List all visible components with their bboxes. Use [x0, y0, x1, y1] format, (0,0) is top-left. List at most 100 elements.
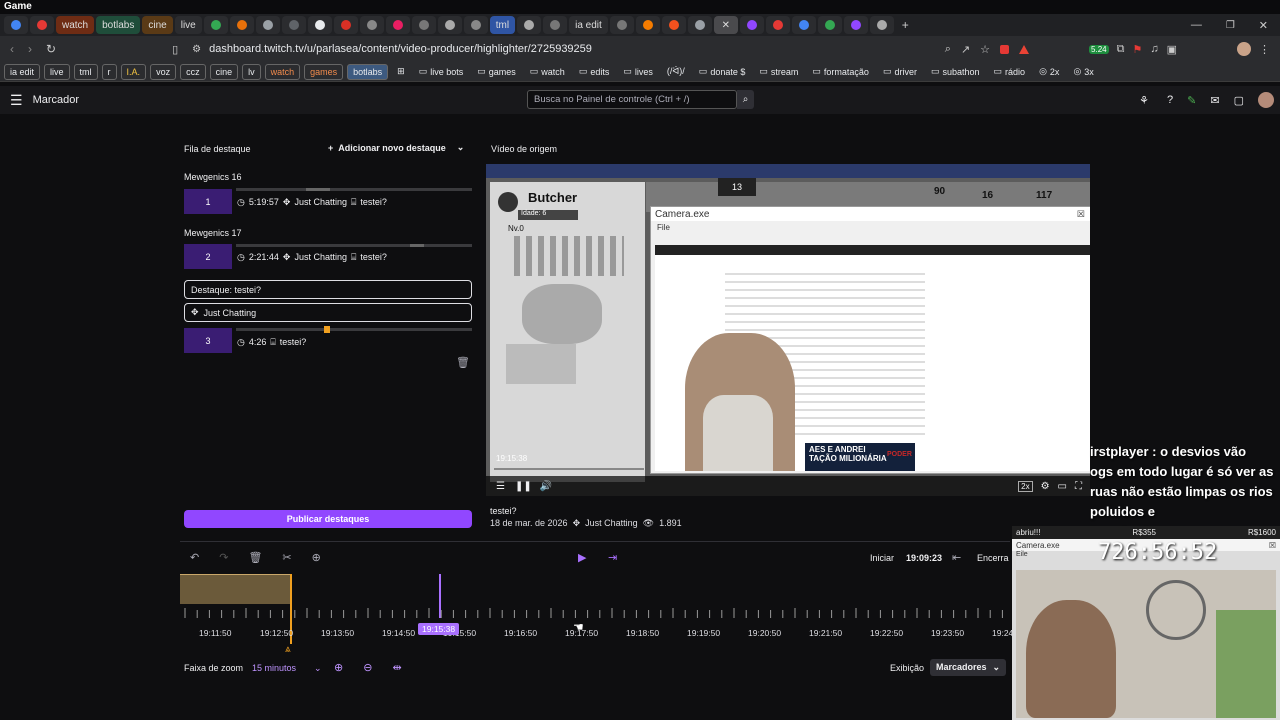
extension-icon[interactable] [1019, 44, 1030, 54]
share-icon[interactable]: ↗ [961, 43, 970, 56]
bookmark-pill[interactable]: tml [73, 63, 98, 80]
skip-to-end-icon[interactable]: ⇥ [608, 551, 617, 564]
pause-icon[interactable]: ❚❚ [515, 481, 532, 492]
tab-icon[interactable] [635, 16, 660, 34]
bookmark-pill[interactable]: lv [242, 63, 261, 80]
tab-ia-edit[interactable]: ia edit [569, 16, 608, 34]
bookmark-pill[interactable]: voz [150, 63, 177, 80]
bookmark-folder[interactable]: ▭ rádio [989, 64, 1031, 79]
tab-icon[interactable] [817, 16, 842, 34]
close-icon[interactable]: ☒ [1077, 209, 1085, 220]
tab-icon[interactable] [739, 16, 764, 34]
notifications-icon[interactable]: ⚘ [1139, 94, 1149, 107]
dashboard-search-input[interactable]: Busca no Painel de controle (Ctrl + /) [527, 90, 737, 109]
inbox-icon[interactable]: ✉ [1210, 94, 1219, 107]
menu-icon[interactable]: ⋮ [1259, 43, 1270, 56]
video-player[interactable]: Butcher Idade: 6 Nv.0 13 90 16 117 Camer… [486, 164, 1090, 496]
bookmark-folder[interactable]: ▭ donate $ [694, 64, 751, 79]
publish-highlights-button[interactable]: Publicar destaques [184, 510, 472, 528]
bookmark-folder[interactable]: (/ᐛ)/ [662, 64, 690, 79]
whispers-icon[interactable]: ▢ [1234, 94, 1244, 107]
zoom-out-icon[interactable]: ⊖ [363, 661, 372, 674]
extension-badge[interactable]: 5.24 [1089, 44, 1109, 54]
tab-icon[interactable] [385, 16, 410, 34]
theatre-icon[interactable]: ▭ [1058, 481, 1067, 492]
tab-watch[interactable]: watch [56, 16, 95, 34]
hamburger-menu-icon[interactable]: ☰ [10, 92, 23, 109]
close-window-icon[interactable]: ✕ [1259, 19, 1268, 32]
play-icon[interactable]: ▶ [578, 551, 586, 564]
tab-icon[interactable] [687, 16, 712, 34]
site-info-icon[interactable]: ⚙ [192, 44, 201, 55]
bookmark-folder[interactable]: ▭ watch [525, 64, 570, 79]
tab-icon[interactable] [437, 16, 462, 34]
reload-icon[interactable]: ↻ [46, 42, 56, 56]
bookmark-icon[interactable]: ▯ [172, 43, 178, 56]
tab-live[interactable]: live [174, 16, 202, 34]
queue-item-number[interactable]: 1 [184, 189, 232, 214]
bookmark-pill[interactable]: botlabs [347, 63, 389, 80]
bookmark-folder[interactable]: ▭ live bots [414, 64, 469, 79]
extensions-icon[interactable]: ⧉ [1117, 43, 1125, 56]
bookmark-folder[interactable]: ▭ formatação [807, 64, 874, 79]
bookmark-folder[interactable]: ▭ games [472, 64, 521, 79]
queue-item-number[interactable]: 3 [184, 328, 232, 353]
markers-dropdown[interactable]: Marcadores ⌄ [930, 659, 1007, 676]
volume-icon[interactable]: 🔊 [540, 481, 552, 492]
new-tab-icon[interactable]: + [902, 18, 909, 32]
tab-icon[interactable] [543, 16, 568, 34]
minimize-icon[interactable]: — [1191, 19, 1202, 31]
avatar-icon[interactable] [1237, 42, 1251, 56]
tab-icon[interactable] [843, 16, 868, 34]
url-field[interactable]: dashboard.twitch.tv/u/parlasea/content/v… [209, 43, 592, 55]
bookmark-pill[interactable]: ccz [180, 63, 206, 80]
bookmark-pill[interactable]: ia edit [4, 63, 41, 80]
fit-icon[interactable]: ⇹ [392, 661, 401, 674]
segment-handle-icon[interactable]: ⩓ [285, 644, 291, 655]
bookmark-pill[interactable]: live [44, 63, 70, 80]
scissors-icon[interactable]: ✂ [282, 551, 291, 564]
queue-item-meta[interactable]: ◷ 2:21:44 ✥ Just Chatting ⌸ testei? [237, 252, 387, 263]
tab-icon[interactable] [869, 16, 894, 34]
tab-icon[interactable] [359, 16, 384, 34]
zoom-select[interactable]: 15 minutos ⌄ [252, 663, 322, 674]
bookmark-pill[interactable]: I.A. [120, 63, 147, 80]
apps-icon[interactable]: ⊞ [392, 64, 410, 79]
tab-icon[interactable] [4, 16, 28, 34]
highlight-title-input[interactable]: Destaque: testei? [184, 280, 472, 299]
star-icon[interactable]: ☆ [980, 43, 990, 56]
camera-menu[interactable]: File [651, 221, 1090, 234]
tab-icon[interactable] [229, 16, 254, 34]
back-icon[interactable]: ‹ [10, 42, 14, 56]
bookmark-folder[interactable]: ◎ 2x [1034, 64, 1064, 79]
bookmark-folder[interactable]: ▭ subathon [926, 64, 985, 79]
bookmark-folder[interactable]: ▭ edits [574, 64, 615, 79]
magic-icon[interactable]: ✎ [1187, 94, 1196, 107]
tab-icon[interactable] [281, 16, 306, 34]
undo-icon[interactable]: ↶ [190, 551, 199, 564]
search-icon[interactable]: ⌕ [737, 90, 754, 109]
bookmark-pill[interactable]: cine [209, 63, 239, 80]
user-avatar[interactable] [1258, 92, 1274, 108]
queue-item-meta[interactable]: ◷ 5:19:57 ✥ Just Chatting ⌸ testei? [237, 197, 387, 208]
settings-icon[interactable]: ⚙ [1041, 481, 1050, 492]
redo-icon[interactable]: ↷ [219, 551, 228, 564]
video-scrub-bar[interactable] [494, 468, 644, 470]
tab-icon[interactable] [30, 16, 54, 34]
bookmark-folder[interactable]: ▭ lives [618, 64, 658, 79]
tab-cine[interactable]: cine [142, 16, 173, 34]
maximize-icon[interactable]: ❐ [1226, 20, 1235, 31]
extensions-icon[interactable]: ⚑ [1132, 43, 1142, 56]
highlight-category-input[interactable]: ✥ Just Chatting [184, 303, 472, 322]
speed-button[interactable]: 2x [1018, 480, 1033, 492]
forward-icon[interactable]: › [28, 42, 32, 56]
tab-icon[interactable] [203, 16, 228, 34]
tab-active-close-icon[interactable]: ✕ [713, 16, 738, 34]
delete-icon[interactable]: 🗑 [456, 356, 470, 369]
tab-tml[interactable]: tml [489, 16, 516, 34]
tab-icon[interactable] [307, 16, 332, 34]
tab-icon[interactable] [333, 16, 358, 34]
bookmark-pill[interactable]: games [304, 63, 344, 80]
delete-icon[interactable]: 🗑 [248, 551, 262, 564]
bookmark-folder[interactable]: ▭ stream [754, 64, 803, 79]
